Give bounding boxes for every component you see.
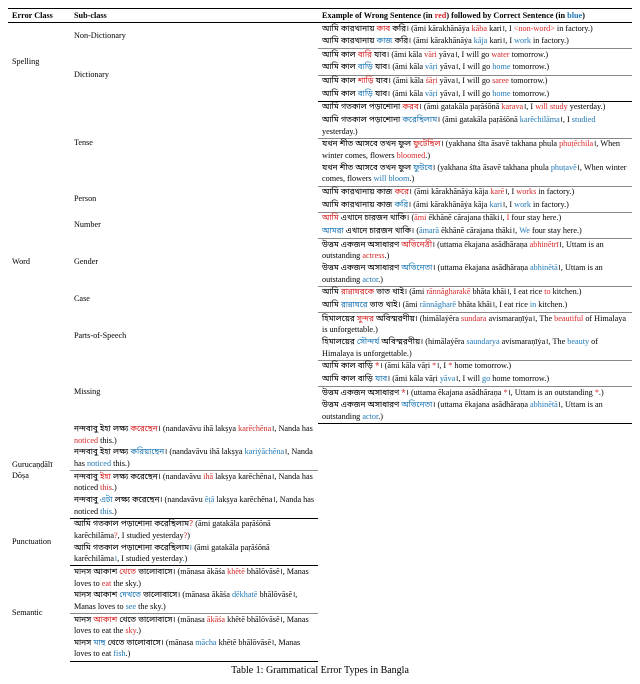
error-class-cell: Spelling	[8, 23, 70, 102]
correct-sentence: আমি রান্নাঘরে ভাত খাই। (āmi rānnāgharē b…	[318, 299, 632, 312]
wrong-sentence: আমি গতকাল পড়াশোনা করেছিলাম? (āmi gatakā…	[70, 518, 318, 542]
correct-sentence: উত্তম একজন অসাধারণ অভিনেতা। (uttama ēkaj…	[318, 400, 632, 424]
correct-sentence: আমি কারখানায় কাজ করি। (āmi kārakhānāẏa …	[318, 36, 632, 49]
wrong-sentence: মানস আকাশ খেতে ভালোবাসে। (mānasa ākāśa k…	[70, 566, 318, 590]
wrong-sentence: উত্তম একজন অসাধারণ *। (uttama ēkajana as…	[318, 387, 632, 400]
wrong-sentence: আমি কারখানায় কাজ করে। (āmi kārakhānāẏa …	[318, 186, 632, 199]
sub-class-cell: Missing	[70, 360, 318, 423]
wrong-sentence: নন্দবাবু ইহা লক্ষ্য করেছেন। (nandavāvu i…	[70, 471, 318, 495]
table-caption: Table 1: Grammatical Error Types in Bang…	[8, 662, 632, 676]
correct-sentence: আমি গতকাল পড়াশোনা করেছিলাম। (āmi gatakā…	[70, 542, 318, 566]
sub-class-cell: Person	[70, 186, 318, 212]
wrong-sentence: যখন শীত আসবে তখন ফুল ফুটেছিল। (yakhana ś…	[318, 138, 632, 162]
error-table: Error Class Sub-class Example of Wrong S…	[8, 8, 632, 662]
wrong-sentence: মানস আকাশ খেতে ভালোবাসে। (mānasa ākāśa k…	[70, 614, 318, 638]
wrong-sentence: নন্দবাবু ইহা লক্ষ্য করেছেন। (nandavāvu i…	[70, 424, 318, 447]
correct-sentence: আমরা এখানে চারজন থাকি। (āmarā ēkhānē cār…	[318, 226, 632, 239]
correct-sentence: আমি কাল বাড়ি যাব। (āmi kāla vāṛi yāva।,…	[318, 88, 632, 101]
sub-class-cell: Gender	[70, 239, 318, 287]
error-class-cell: Semantic	[8, 566, 70, 661]
header-example: Example of Wrong Sentence (in red) follo…	[318, 9, 632, 23]
correct-sentence: নন্দবাবু এটা লক্ষ্য করেছেন। (nandavāvu ē…	[70, 494, 318, 518]
wrong-sentence: আমি কাল শাড়ি যাব। (āmi kāla śāṛi yāva।,…	[318, 75, 632, 88]
correct-sentence: যখন শীত আসবে তখন ফুল ফুটবে। (yakhana śīt…	[318, 162, 632, 186]
error-class-cell: Word	[8, 101, 70, 423]
correct-sentence: আমি কাল বাড়ি যাব। (āmi kāla vāṛi yāva।,…	[318, 373, 632, 386]
wrong-sentence: আমি কাল বারি যাব। (āmi kāla vāri yāva।, …	[318, 49, 632, 62]
wrong-sentence: আমি এখানে চারজন থাকি। (āmi ēkhānē cāraja…	[318, 212, 632, 225]
wrong-sentence: উত্তম একজন অসাধারণ অভিনেত্রী। (uttama ēk…	[318, 239, 632, 263]
header-error-class: Error Class	[8, 9, 70, 23]
correct-sentence: আমি কারখানায় কাজ করি। (āmi kārakhānāẏa …	[318, 199, 632, 212]
correct-sentence: উত্তম একজন অসাধারণ অভিনেতা। (uttama ēkaj…	[318, 262, 632, 286]
sub-class-cell: Non-Dictionary	[70, 23, 318, 49]
wrong-sentence: আমি কারখানায় কাব করি। (āmi kārakhānāẏa …	[318, 23, 632, 36]
correct-sentence: আমি কাল বাড়ি যাব। (āmi kāla vāṛi yāva।,…	[318, 62, 632, 75]
sub-class-cell: Tense	[70, 101, 318, 186]
sub-class-cell: Parts-of-Speech	[70, 313, 318, 361]
sub-class-cell: Dictionary	[70, 49, 318, 102]
correct-sentence: হিমালয়ের সৌন্দর্য অবিস্মরণীয়। (himālaẏ…	[318, 336, 632, 360]
sub-class-cell: Case	[70, 286, 318, 312]
correct-sentence: আমি গতকাল পড়াশোনা করেছিলাম। (āmi gatakā…	[318, 115, 632, 139]
error-class-cell: Punctuation	[8, 518, 70, 566]
correct-sentence: মানস আকাশ দেখতে ভালোবাসে। (mānasa ākāśa …	[70, 590, 318, 614]
wrong-sentence: আমি রান্নাঘরকে ভাত খাই। (āmi rānnāgharak…	[318, 286, 632, 299]
sub-class-cell: Number	[70, 212, 318, 238]
wrong-sentence: হিমালয়ের সুন্দর অবিস্মরণীয়। (himālaẏēr…	[318, 313, 632, 337]
error-class-cell: Gurucaṇḍālī Dōṣa	[8, 424, 70, 519]
correct-sentence: নন্দবাবু ইহা লক্ষ্য করিয়াছেন। (nandavāv…	[70, 447, 318, 471]
wrong-sentence: আমি কাল বাড়ি *। (āmi kāla vāṛi *।, I * …	[318, 360, 632, 373]
wrong-sentence: আমি গতকাল পড়াশোনা করব। (āmi gatakāla pa…	[318, 101, 632, 114]
header-sub-class: Sub-class	[70, 9, 318, 23]
correct-sentence: মানস মাছ খেতে ভালোবাসে। (mānasa mācha kh…	[70, 637, 318, 661]
